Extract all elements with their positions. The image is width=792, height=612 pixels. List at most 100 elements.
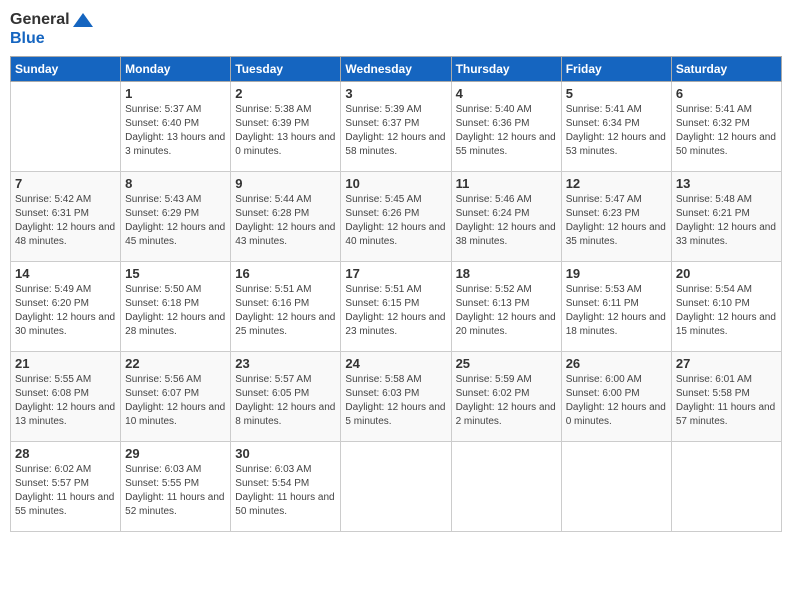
day-info: Sunrise: 6:03 AM Sunset: 5:55 PM Dayligh…	[125, 463, 226, 519]
day-number: 21	[15, 356, 116, 371]
day-number: 27	[676, 356, 777, 371]
logo: General Blue	[10, 10, 93, 48]
week-row-3: 14 Sunrise: 5:49 AM Sunset: 6:20 PM Dayli…	[11, 262, 782, 352]
week-row-1: 1 Sunrise: 5:37 AM Sunset: 6:40 PM Daylig…	[11, 82, 782, 172]
day-number: 22	[125, 356, 226, 371]
day-info: Sunrise: 5:51 AM Sunset: 6:16 PM Dayligh…	[235, 283, 336, 339]
day-number: 18	[456, 266, 557, 281]
calendar-table: SundayMondayTuesdayWednesdayThursdayFrid…	[10, 56, 782, 532]
calendar-cell: 7 Sunrise: 5:42 AM Sunset: 6:31 PM Daylig…	[11, 172, 121, 262]
day-number: 6	[676, 86, 777, 101]
day-info: Sunrise: 5:58 AM Sunset: 6:03 PM Dayligh…	[345, 373, 446, 429]
day-number: 3	[345, 86, 446, 101]
calendar-cell: 12 Sunrise: 5:47 AM Sunset: 6:23 PM Dayli…	[561, 172, 671, 262]
day-number: 5	[566, 86, 667, 101]
day-info: Sunrise: 6:01 AM Sunset: 5:58 PM Dayligh…	[676, 373, 777, 429]
calendar-cell: 1 Sunrise: 5:37 AM Sunset: 6:40 PM Daylig…	[121, 82, 231, 172]
calendar-cell: 21 Sunrise: 5:55 AM Sunset: 6:08 PM Dayli…	[11, 352, 121, 442]
day-number: 29	[125, 446, 226, 461]
day-number: 12	[566, 176, 667, 191]
calendar-cell: 27 Sunrise: 6:01 AM Sunset: 5:58 PM Dayli…	[671, 352, 781, 442]
calendar-cell: 18Sunrise: 5:52 AM Sunset: 6:13 PM Dayli…	[451, 262, 561, 352]
day-info: Sunrise: 5:59 AM Sunset: 6:02 PM Dayligh…	[456, 373, 557, 429]
day-number: 7	[15, 176, 116, 191]
col-header-tuesday: Tuesday	[231, 57, 341, 82]
calendar-cell: 11 Sunrise: 5:46 AM Sunset: 6:24 PM Dayli…	[451, 172, 561, 262]
day-info: Sunrise: 5:50 AM Sunset: 6:18 PM Dayligh…	[125, 283, 226, 339]
day-number: 25	[456, 356, 557, 371]
day-info: Sunrise: 5:38 AM Sunset: 6:39 PM Dayligh…	[235, 103, 336, 159]
page-header: General Blue	[10, 10, 782, 48]
day-number: 20	[676, 266, 777, 281]
calendar-header-row: SundayMondayTuesdayWednesdayThursdayFrid…	[11, 57, 782, 82]
calendar-cell: 15 Sunrise: 5:50 AM Sunset: 6:18 PM Dayli…	[121, 262, 231, 352]
day-info: Sunrise: 6:02 AM Sunset: 5:57 PM Dayligh…	[15, 463, 116, 519]
calendar-cell: 29 Sunrise: 6:03 AM Sunset: 5:55 PM Dayli…	[121, 442, 231, 532]
day-number: 24	[345, 356, 446, 371]
col-header-wednesday: Wednesday	[341, 57, 451, 82]
calendar-cell: 17 Sunrise: 5:51 AM Sunset: 6:15 PM Dayli…	[341, 262, 451, 352]
calendar-cell: 26 Sunrise: 6:00 AM Sunset: 6:00 PM Dayli…	[561, 352, 671, 442]
calendar-cell: 16 Sunrise: 5:51 AM Sunset: 6:16 PM Dayli…	[231, 262, 341, 352]
day-info: Sunrise: 5:49 AM Sunset: 6:20 PM Dayligh…	[15, 283, 116, 339]
day-info: Sunrise: 5:53 AM Sunset: 6:11 PM Dayligh…	[566, 283, 667, 339]
col-header-monday: Monday	[121, 57, 231, 82]
day-info: Sunrise: 5:37 AM Sunset: 6:40 PM Dayligh…	[125, 103, 226, 159]
day-info: Sunrise: 6:03 AM Sunset: 5:54 PM Dayligh…	[235, 463, 336, 519]
calendar-cell: 10 Sunrise: 5:45 AM Sunset: 6:26 PM Dayli…	[341, 172, 451, 262]
day-number: 15	[125, 266, 226, 281]
calendar-cell: 23Sunrise: 5:57 AM Sunset: 6:05 PM Dayli…	[231, 352, 341, 442]
calendar-cell	[451, 442, 561, 532]
day-info: Sunrise: 5:41 AM Sunset: 6:32 PM Dayligh…	[676, 103, 777, 159]
calendar-cell: 24 Sunrise: 5:58 AM Sunset: 6:03 PM Dayli…	[341, 352, 451, 442]
day-info: Sunrise: 5:56 AM Sunset: 6:07 PM Dayligh…	[125, 373, 226, 429]
col-header-sunday: Sunday	[11, 57, 121, 82]
calendar-cell	[561, 442, 671, 532]
day-info: Sunrise: 5:46 AM Sunset: 6:24 PM Dayligh…	[456, 193, 557, 249]
day-number: 9	[235, 176, 336, 191]
day-number: 1	[125, 86, 226, 101]
week-row-4: 21 Sunrise: 5:55 AM Sunset: 6:08 PM Dayli…	[11, 352, 782, 442]
day-info: Sunrise: 5:47 AM Sunset: 6:23 PM Dayligh…	[566, 193, 667, 249]
day-number: 17	[345, 266, 446, 281]
day-number: 2	[235, 86, 336, 101]
day-info: Sunrise: 6:00 AM Sunset: 6:00 PM Dayligh…	[566, 373, 667, 429]
calendar-cell: 8Sunrise: 5:43 AM Sunset: 6:29 PM Daylig…	[121, 172, 231, 262]
day-info: Sunrise: 5:40 AM Sunset: 6:36 PM Dayligh…	[456, 103, 557, 159]
calendar-cell	[341, 442, 451, 532]
day-number: 14	[15, 266, 116, 281]
day-number: 11	[456, 176, 557, 191]
calendar-cell: 4Sunrise: 5:40 AM Sunset: 6:36 PM Daylig…	[451, 82, 561, 172]
day-info: Sunrise: 5:39 AM Sunset: 6:37 PM Dayligh…	[345, 103, 446, 159]
col-header-friday: Friday	[561, 57, 671, 82]
day-info: Sunrise: 5:54 AM Sunset: 6:10 PM Dayligh…	[676, 283, 777, 339]
calendar-cell: 25 Sunrise: 5:59 AM Sunset: 6:02 PM Dayli…	[451, 352, 561, 442]
day-info: Sunrise: 5:55 AM Sunset: 6:08 PM Dayligh…	[15, 373, 116, 429]
day-info: Sunrise: 5:44 AM Sunset: 6:28 PM Dayligh…	[235, 193, 336, 249]
day-info: Sunrise: 5:57 AM Sunset: 6:05 PM Dayligh…	[235, 373, 336, 429]
calendar-cell: 14 Sunrise: 5:49 AM Sunset: 6:20 PM Dayli…	[11, 262, 121, 352]
calendar-cell: 20 Sunrise: 5:54 AM Sunset: 6:10 PM Dayli…	[671, 262, 781, 352]
day-number: 19	[566, 266, 667, 281]
calendar-cell	[671, 442, 781, 532]
logo-container: General Blue	[10, 10, 93, 48]
logo-general: General	[10, 10, 93, 29]
day-info: Sunrise: 5:42 AM Sunset: 6:31 PM Dayligh…	[15, 193, 116, 249]
logo-blue: Blue	[10, 29, 93, 48]
day-number: 10	[345, 176, 446, 191]
calendar-cell: 3 Sunrise: 5:39 AM Sunset: 6:37 PM Daylig…	[341, 82, 451, 172]
day-info: Sunrise: 5:51 AM Sunset: 6:15 PM Dayligh…	[345, 283, 446, 339]
calendar-cell: 22 Sunrise: 5:56 AM Sunset: 6:07 PM Dayli…	[121, 352, 231, 442]
day-info: Sunrise: 5:43 AM Sunset: 6:29 PM Dayligh…	[125, 193, 226, 249]
day-number: 28	[15, 446, 116, 461]
calendar-cell: 6 Sunrise: 5:41 AM Sunset: 6:32 PM Daylig…	[671, 82, 781, 172]
col-header-thursday: Thursday	[451, 57, 561, 82]
day-number: 13	[676, 176, 777, 191]
calendar-cell	[11, 82, 121, 172]
day-number: 26	[566, 356, 667, 371]
day-number: 16	[235, 266, 336, 281]
calendar-cell: 28 Sunrise: 6:02 AM Sunset: 5:57 PM Dayli…	[11, 442, 121, 532]
day-info: Sunrise: 5:45 AM Sunset: 6:26 PM Dayligh…	[345, 193, 446, 249]
day-number: 30	[235, 446, 336, 461]
calendar-cell: 13Sunrise: 5:48 AM Sunset: 6:21 PM Dayli…	[671, 172, 781, 262]
